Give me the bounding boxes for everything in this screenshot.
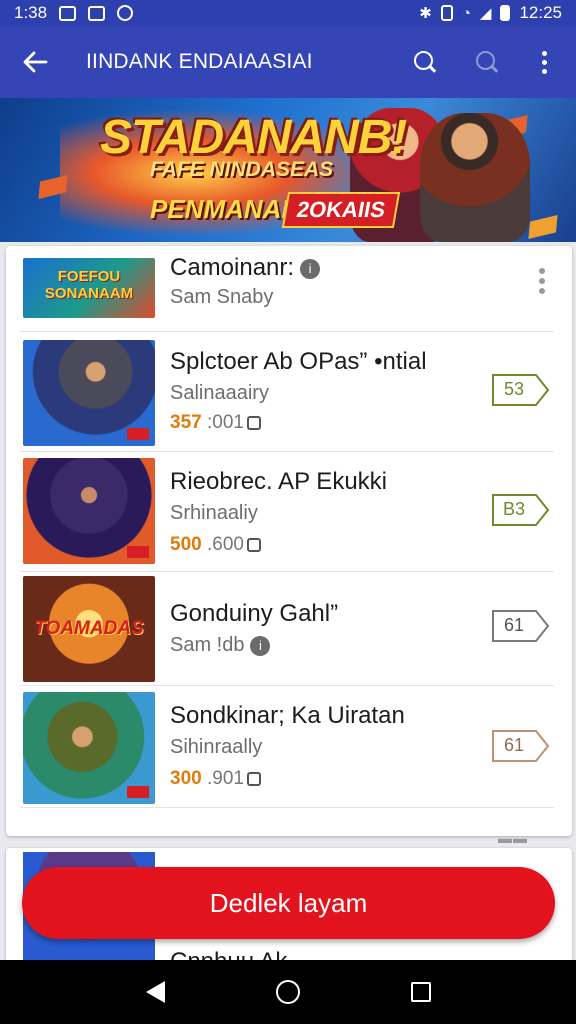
camera-notification-icon <box>88 5 106 21</box>
info-icon: i <box>250 635 271 656</box>
nav-recents-icon[interactable] <box>410 982 431 1002</box>
list-item[interactable]: Rieobrec. AP Ekukki Srhinaaliy 500 .600 … <box>6 452 572 572</box>
thumbnail-caption: FOEFOU SONANAAM <box>44 268 134 302</box>
item-score-badge[interactable]: 61 <box>492 610 550 642</box>
image-notification-icon <box>59 5 77 21</box>
game-thumbnail: FOEFOU SONANAAM <box>23 258 155 318</box>
item-subtitle: Sihinraally <box>170 736 263 758</box>
vibrate-icon <box>440 5 453 21</box>
page-title: IINDANK ENDAIAASIAI <box>86 50 313 73</box>
app-bar: IINDANK ENDAIAASIAI <box>0 26 576 98</box>
item-score-badge[interactable]: 61 <box>492 730 550 762</box>
game-thumbnail <box>23 458 155 564</box>
game-thumbnail <box>23 340 155 446</box>
item-meta: 357 :001 <box>170 412 261 434</box>
thumbnail-caption: TOAMADAS <box>34 618 144 639</box>
item-title: Gonduiny Gahl” <box>170 600 339 627</box>
thumbnail-badge <box>127 546 149 558</box>
game-list: FOEFOU SONANAAM Camoinanr: i Sam Snaby Sp… <box>6 246 572 836</box>
system-nav-bar <box>0 960 576 1024</box>
item-score-badge[interactable]: B3 <box>492 494 550 526</box>
list-item[interactable]: Sondkinar; Ka Uiratan Sihinraally 300 .9… <box>6 686 572 808</box>
badge-value: 61 <box>503 735 525 755</box>
item-subtitle: Sam Snaby <box>170 286 274 308</box>
status-bar: 1:38 ✱ ◔ ◢ 12:25 <box>0 0 576 26</box>
item-score-badge[interactable]: 53 <box>492 374 550 406</box>
thumbnail-badge <box>127 428 149 440</box>
item-subtitle: Sam !db i <box>170 634 271 657</box>
item-title: Sondkinar; Ka Uiratan <box>170 702 405 729</box>
lock-icon <box>246 771 261 786</box>
back-button[interactable] <box>0 26 70 98</box>
primary-action-button[interactable]: Dedlek layam <box>22 867 555 939</box>
banner-title: STADANANB! <box>100 111 407 164</box>
overflow-menu-button[interactable] <box>518 26 570 98</box>
status-time: 1:38 <box>14 3 48 22</box>
circle-notification-icon <box>117 5 134 21</box>
badge-value: 61 <box>503 615 525 635</box>
lock-icon <box>246 415 261 430</box>
wifi-icon: ◔ <box>461 4 471 22</box>
thumbnail-badge <box>127 786 149 798</box>
game-thumbnail <box>23 692 155 804</box>
item-title: Camoinanr: i <box>170 254 321 282</box>
status-clock: 12:25 <box>519 3 562 22</box>
list-item[interactable]: TOAMADAS Gonduiny Gahl” Sam !db i 61 <box>6 572 572 686</box>
nav-home-icon[interactable] <box>275 980 300 1004</box>
banner-hero-right <box>420 113 530 242</box>
info-icon: i <box>300 258 321 279</box>
list-item[interactable]: FOEFOU SONANAAM Camoinanr: i Sam Snaby <box>6 246 572 332</box>
lock-icon <box>246 537 261 552</box>
banner-badge: 2OKAIIS <box>281 192 401 228</box>
search-button[interactable] <box>394 26 456 98</box>
item-subtitle: Salinaaairy <box>170 382 269 404</box>
promo-banner[interactable]: STADANANB! FAFE NINDASEAS PENMANAINT 2OK… <box>0 98 576 242</box>
badge-value: 53 <box>503 379 525 399</box>
item-title: Splctoer Ab OPas” •ntial <box>170 348 427 375</box>
badge-value: B3 <box>502 499 526 519</box>
item-subtitle: Srhinaaliy <box>170 502 258 524</box>
more-dots-icon: ▬▬ <box>498 830 528 846</box>
arrow-back-icon <box>23 51 48 73</box>
list-item[interactable]: Splctoer Ab OPas” •ntial Salinaaairy 357… <box>6 332 572 452</box>
divider <box>20 807 554 808</box>
item-meta: 300 .901 <box>170 768 261 790</box>
search-icon <box>414 51 436 73</box>
item-meta: 500 .600 <box>170 534 261 556</box>
banner-subtitle: FAFE NINDASEAS <box>150 158 334 181</box>
search-icon <box>476 51 498 73</box>
signal-icon: ◢ <box>479 5 492 22</box>
banner-shard <box>528 214 558 240</box>
secondary-search-button[interactable] <box>456 26 518 98</box>
item-title: Rieobrec. AP Ekukki <box>170 468 387 495</box>
nav-back-icon[interactable] <box>145 981 165 1003</box>
item-menu-button[interactable] <box>539 268 545 294</box>
game-thumbnail: TOAMADAS <box>23 576 155 682</box>
more-vert-icon <box>541 50 547 74</box>
battery-icon <box>500 5 511 21</box>
bluetooth-icon: ✱ <box>419 5 432 22</box>
